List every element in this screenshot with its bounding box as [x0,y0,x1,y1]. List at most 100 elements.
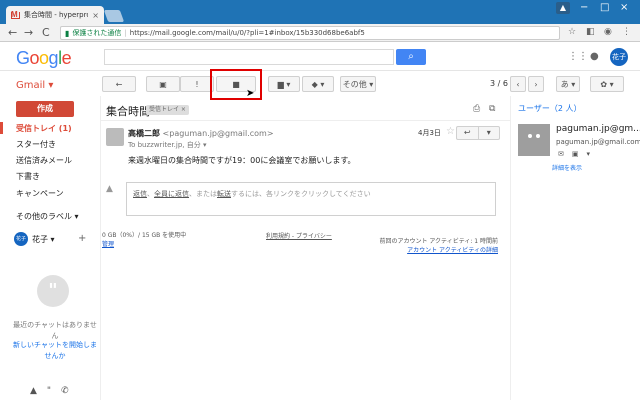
apps-grid-icon[interactable]: ⋮⋮ [568,51,588,62]
hangouts-user-name: 花子 ▾ [32,234,55,244]
back-to-inbox-button[interactable]: ← [102,76,136,92]
folder-icon: ▆ ▾ [277,79,291,89]
message-body: 来週水曜日の集合時間ですが19：00に会議室でお願いします。 [128,156,356,165]
hangouts-bottom-bar: ▲ " ✆ [30,386,69,396]
settings-button[interactable]: ✿ ▾ [590,76,624,92]
search-input[interactable] [104,49,394,65]
contacts-icon[interactable]: ▲ [30,386,37,396]
reply-all-link[interactable]: 全員に返信 [154,190,189,198]
terms-privacy-link[interactable]: 利用規約 - プライバシー [266,231,332,240]
account-avatar[interactable]: 花子 [610,48,628,66]
logo-letter: g [48,48,59,68]
spam-icon: ! [195,79,199,89]
address-bar-row: ← → C ▮ 保護された通信 | https://mail.google.co… [0,24,640,42]
input-tools-button[interactable]: あ ▾ [556,76,580,92]
search-button[interactable]: ⌕ [396,49,426,65]
new-window-icon[interactable]: ⧉ [489,104,495,114]
lock-icon: ▮ [65,28,70,38]
back-arrow-icon[interactable]: ← [8,26,17,40]
extension-icon[interactable]: ◧ [586,27,595,37]
person-name: paguman.jp@gm... [556,124,640,134]
url-input[interactable]: ▮ 保護された通信 | https://mail.google.com/mail… [60,26,560,40]
minimize-icon[interactable]: − [580,2,588,13]
logo-letter: o [29,48,40,68]
older-button[interactable]: › [528,76,544,92]
reload-icon[interactable]: C [42,26,50,40]
notifications-icon[interactable]: ● [590,51,599,62]
url-text: https://mail.google.com/mail/u/0/?pli=1#… [129,29,365,37]
maximize-icon[interactable]: □ [600,2,609,13]
inbox-label-chip[interactable]: 受信トレイ × [146,105,189,115]
phone-icon[interactable]: ✆ [61,386,69,396]
close-window-icon[interactable]: × [620,2,628,13]
google-logo[interactable]: Google [16,48,72,69]
manage-storage-link[interactable]: 管理 [102,240,186,249]
archive-button[interactable]: ▣ [146,76,180,92]
active-indicator [0,122,3,134]
gmail-header: Google ⌕ ⋮⋮ ● [0,43,640,71]
forward-arrow-icon[interactable]: → [24,26,33,40]
logo-letter: o [39,48,49,68]
sidebar-item-more-labels[interactable]: その他のラベル ▾ [16,211,79,222]
last-activity: 前回のアカウント アクティビティ: 1 時間前 [379,238,498,245]
labels-button[interactable]: ◆ ▾ [302,76,334,92]
gmail-menu[interactable]: Gmail ▾ [16,80,53,91]
compose-button[interactable]: 作成 [16,101,74,117]
archive-icon: ▣ [159,79,167,89]
email-icon[interactable]: ✉ [558,150,564,158]
recipients[interactable]: To buzzwriter.jp, 自分 ▾ [128,140,206,150]
sidebar-item-inbox[interactable]: 受信トレイ (1) [16,123,72,134]
show-details-link[interactable]: 詳細を表示 [552,163,582,172]
logo-letter: e [61,48,72,68]
people-title: ユーザー（2 人） [518,104,582,113]
report-spam-button[interactable]: ! [180,76,214,92]
sender-email: <paguman.jp@gmail.com> [162,129,274,138]
email-subject: 集合時間 [106,105,150,118]
left-divider [100,96,101,400]
person-actions: ✉ ▣ ▾ [558,150,590,158]
reply-sep2: 、または [189,190,217,198]
my-avatar-icon: ▲ [106,184,113,194]
sidebar-item-campaigns[interactable]: キャンペーン [16,188,64,199]
more-button[interactable]: その他 ▾ [340,76,376,92]
reply-icon[interactable]: ↩ [457,127,478,139]
activity-details-link[interactable]: アカウント アクティビティの詳細 [379,246,498,255]
message-date: 4月3日 [418,129,441,137]
sender-name[interactable]: 高橋二郎 [128,129,160,138]
sidebar-item-starred[interactable]: スター付き [16,139,56,150]
hangouts-user[interactable]: 花子 花子 ▾ [14,232,55,246]
reply-box[interactable]: 返信、全員に返信、または転送するには、各リンクをクリックしてください [126,182,496,216]
tab-title: 集合時間 - hyperpro.jp [24,11,88,19]
print-icon[interactable]: ⎙ [473,104,480,114]
add-chat-icon[interactable]: + [78,233,86,244]
browser-tab[interactable]: 集合時間 - hyperpro.jp × [6,6,104,24]
reply-instruction: するには、各リンクをクリックしてください [231,190,371,198]
secure-label: 保護された通信 [72,29,122,37]
reply-link[interactable]: 返信 [133,190,147,198]
more-actions-icon[interactable]: ▾ [477,127,500,139]
person-avatar [518,124,550,156]
new-tab-button[interactable] [103,10,125,22]
start-chat-link[interactable]: 新しいチャットを開始しませんか [12,340,98,362]
mouse-cursor-icon: ➤ [246,88,255,99]
browser-tab-bar: 集合時間 - hyperpro.jp × ▲ − □ × [0,0,640,24]
hangouts-icon[interactable]: " [47,386,51,396]
label-icon: ◆ ▾ [311,79,325,89]
gmail-favicon-icon [11,10,20,19]
profile-icon[interactable]: ▲ [556,2,570,14]
menu-icon[interactable]: ⋮ [622,27,631,37]
move-to-button[interactable]: ▆ ▾ [268,76,300,92]
video-icon[interactable]: ▣ [572,150,579,158]
sender-line: 高橋二郎 <paguman.jp@gmail.com> [128,128,274,139]
newer-button[interactable]: ‹ [510,76,526,92]
forward-link[interactable]: 転送 [217,190,231,198]
person-email: paguman.jp@gmail.com [556,138,640,146]
sidebar-item-sent[interactable]: 送信済みメール [16,155,72,166]
tab-close-icon[interactable]: × [92,11,99,20]
star-icon[interactable]: ☆ [446,126,455,137]
more-icon[interactable]: ▾ [587,150,591,158]
sidebar-item-drafts[interactable]: 下書き [16,171,40,182]
camera-icon[interactable]: ◉ [604,27,612,37]
bookmark-star-icon[interactable]: ☆ [568,27,576,37]
hangouts-bubble-icon: " [37,275,69,307]
